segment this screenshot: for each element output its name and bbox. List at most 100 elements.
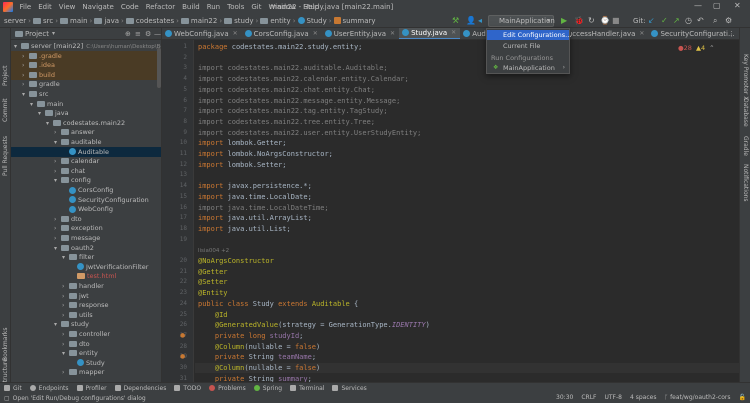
tool-dependencies[interactable]: Dependencies (114, 385, 166, 392)
menu-build[interactable]: Build (179, 3, 204, 11)
code-line[interactable]: private String summary; (198, 374, 312, 382)
close-tab-icon[interactable]: ✕ (451, 29, 456, 36)
editor-tab[interactable]: SecurityConfigurati...✕ (648, 28, 739, 39)
tree-item[interactable]: › handler (11, 281, 161, 291)
tree-item[interactable]: SecurityConfiguration (11, 195, 161, 205)
tree-item[interactable]: › answer (11, 127, 161, 137)
locate-icon[interactable]: ⊕ (125, 30, 131, 38)
code-line[interactable]: @GeneratedValue(strategy = GenerationTyp… (198, 320, 430, 330)
close-icon[interactable]: ✕ (734, 1, 741, 10)
menu-refactor[interactable]: Refactor (142, 3, 178, 11)
close-tab-icon[interactable]: ✕ (639, 30, 644, 37)
tree-item[interactable]: ▾ oauth2 (11, 243, 161, 253)
main-application-item[interactable]: ❖ MainApplication › (487, 63, 569, 73)
code-line[interactable]: import lombok.Setter; (198, 160, 287, 170)
tree-item[interactable]: Study (11, 358, 161, 368)
rollback-icon[interactable]: ↶ (697, 16, 704, 26)
coverage-icon[interactable]: ↻ (588, 16, 595, 26)
editor-tab[interactable]: Study.java ✕ (399, 28, 461, 39)
db-column-gutter-icon[interactable]: ● (180, 332, 185, 339)
code-line[interactable]: import codestates.main22.auditable.Audit… (198, 63, 388, 73)
hide-panel-icon[interactable]: — (154, 30, 161, 38)
code-line[interactable]: package codestates.main22.study.entity; (198, 42, 362, 52)
git-commit-icon[interactable]: ✓ (661, 16, 668, 26)
breadcrumb-entity[interactable]: entity (258, 17, 292, 25)
breadcrumb-server[interactable]: server (0, 17, 28, 25)
tool-window-project[interactable]: Project (2, 65, 9, 86)
tree-item[interactable]: ▾ main (11, 99, 161, 109)
search-icon[interactable]: ⌕ (713, 16, 717, 26)
editor-tab[interactable]: WebConfig.java ✕ (162, 28, 242, 39)
code-line[interactable]: import codestates.main22.tree.entity.Tre… (198, 117, 375, 127)
breadcrumb-main22[interactable]: main22 (179, 17, 219, 25)
editor-tab[interactable]: CorsConfig.java ✕ (242, 28, 322, 39)
tree-item[interactable]: ▾ src (11, 89, 161, 99)
tree-item[interactable]: Auditable (11, 146, 161, 157)
tree-item[interactable]: ▾ codestates.main22 (11, 118, 161, 128)
cursor-position[interactable]: 30:30 (556, 394, 573, 401)
tool-git[interactable]: Git (4, 385, 22, 392)
breadcrumb-src[interactable]: src (31, 17, 55, 25)
indent-setting[interactable]: 4 spaces (630, 394, 656, 401)
tree-item[interactable]: ▾ java (11, 108, 161, 118)
tree-item[interactable]: › controller (11, 329, 161, 339)
minimize-icon[interactable]: — (694, 1, 702, 10)
tool-window-bookmarks[interactable]: Bookmarks (2, 327, 9, 361)
tool-window-notifications[interactable]: Notifications (742, 164, 749, 202)
close-tab-icon[interactable]: ✕ (390, 30, 395, 37)
project-panel-title[interactable]: Project (25, 30, 49, 38)
code-line[interactable]: @Entity (198, 288, 228, 298)
code-line[interactable]: @Getter (198, 267, 228, 277)
breadcrumb-java[interactable]: java (92, 17, 121, 25)
tree-item[interactable]: ▾ auditable (11, 137, 161, 147)
run-icon[interactable]: ▶ (561, 16, 567, 26)
code-line[interactable]: import java.time.LocalDate; (198, 192, 312, 202)
menu-view[interactable]: View (55, 3, 79, 11)
tree-scrollbar[interactable] (157, 48, 161, 88)
tree-item[interactable]: ▾ config (11, 175, 161, 185)
line-separator[interactable]: CRLF (581, 394, 596, 401)
menu-file[interactable]: File (16, 3, 35, 11)
code-line[interactable]: import codestates.main22.tag.entity.TagS… (198, 106, 388, 116)
settings-gear-icon[interactable]: ⚙ (725, 16, 732, 26)
tool-terminal[interactable]: Terminal (290, 385, 324, 392)
code-line[interactable]: import lombok.Getter; (198, 138, 287, 148)
current-file-item[interactable]: Current File (487, 41, 569, 51)
tree-item[interactable]: ▾ filter (11, 252, 161, 262)
tree-item[interactable]: › message (11, 233, 161, 243)
breadcrumb-main[interactable]: main (58, 17, 90, 25)
code-line[interactable]: import javax.persistence.*; (198, 181, 312, 191)
code-line[interactable]: lisia004 +2 (198, 245, 229, 256)
chevron-up-icon[interactable]: ⌃ (709, 44, 714, 52)
navigate-back-icon[interactable]: ◂ (478, 16, 482, 26)
tree-item[interactable]: › response (11, 300, 161, 310)
build-hammer-icon[interactable]: ⚒ (452, 16, 459, 26)
tool-window-gradle[interactable]: Gradle (742, 136, 749, 156)
code-line[interactable]: @Column(nullable = false) (198, 342, 320, 352)
menu-edit[interactable]: Edit (35, 3, 56, 11)
git-history-icon[interactable]: ◷ (685, 16, 692, 26)
tool-window-database[interactable]: Database (742, 98, 749, 127)
tool-window-commit[interactable]: Commit (2, 98, 9, 122)
tool-window-key-promoter[interactable]: Key Promoter X (742, 54, 749, 100)
menu-code[interactable]: Code (117, 3, 142, 11)
menu-git[interactable]: Git (248, 3, 265, 11)
breadcrumb-study-class[interactable]: Study (296, 17, 329, 25)
code-line[interactable]: import java.time.LocalDateTime; (198, 203, 329, 213)
run-configuration-selector[interactable]: MainApplication ▾ (488, 15, 555, 27)
menu-navigate[interactable]: Navigate (79, 3, 117, 11)
tree-item[interactable]: › build (11, 69, 161, 80)
lock-icon[interactable]: 🔓 (739, 394, 746, 401)
code-line[interactable]: import java.util.List; (198, 224, 291, 234)
user-icon[interactable]: 👤 (466, 16, 476, 26)
tree-item[interactable]: › utils (11, 310, 161, 320)
chevron-right-icon[interactable]: › (62, 368, 69, 378)
db-column-gutter-icon[interactable]: ● (180, 353, 185, 360)
menu-run[interactable]: Run (203, 3, 223, 11)
code-line[interactable]: private String teamName; (198, 352, 316, 362)
tree-item[interactable]: JwtVerificationFilter (11, 262, 161, 272)
code-line[interactable]: import java.util.ArrayList; (198, 213, 312, 223)
menu-tools[interactable]: Tools (224, 3, 248, 11)
edit-configurations-item[interactable]: Edit Configurations... (487, 30, 571, 40)
stop-icon[interactable]: ■ (612, 16, 620, 26)
